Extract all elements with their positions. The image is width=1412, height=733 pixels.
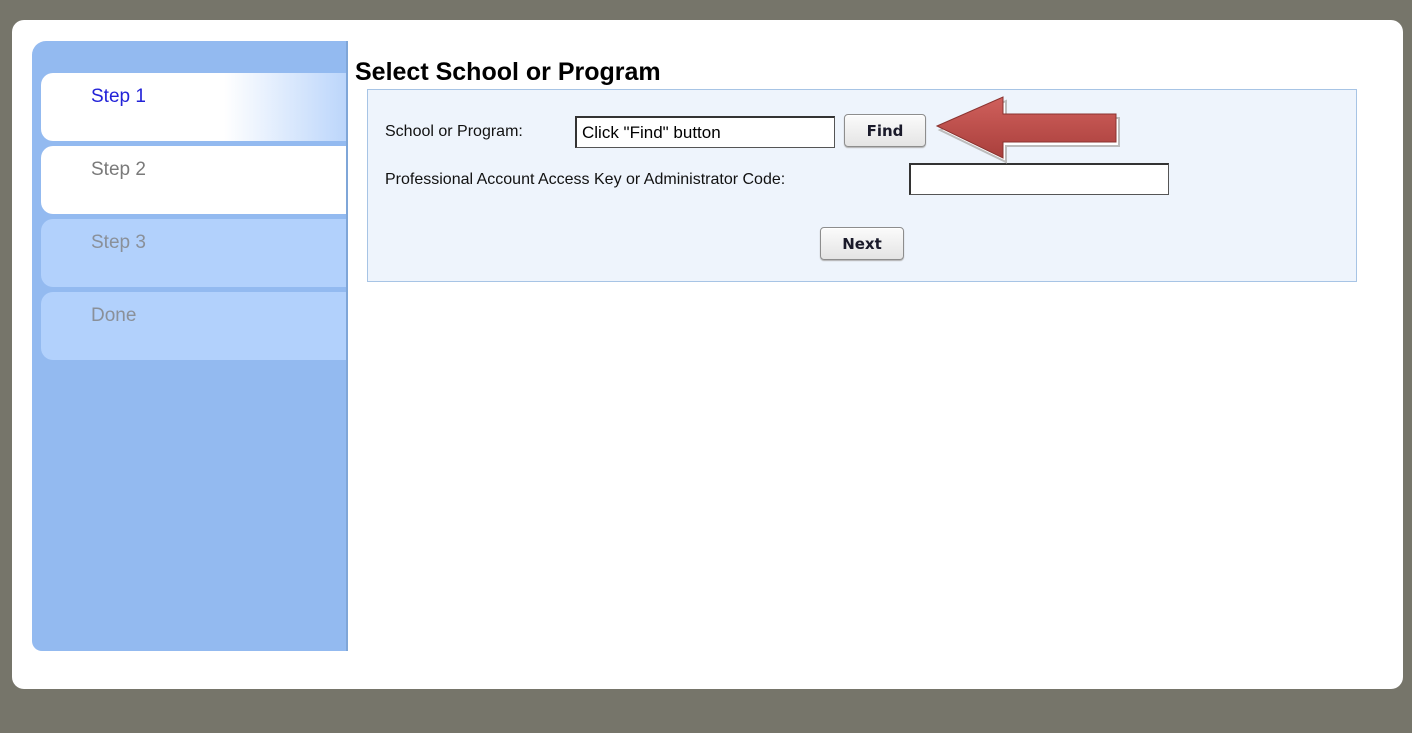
school-form-panel: School or Program: Find Professional Acc… xyxy=(367,89,1357,282)
school-or-program-label: School or Program: xyxy=(385,123,523,140)
sidebar-step-1[interactable]: Step 1 xyxy=(41,73,346,141)
step-done-label: Done xyxy=(91,305,137,326)
find-button[interactable]: Find xyxy=(844,114,926,147)
sidebar-step-3: Step 3 xyxy=(41,219,346,287)
sidebar-step-2[interactable]: Step 2 xyxy=(41,146,346,214)
step-2-label: Step 2 xyxy=(91,159,146,180)
next-button[interactable]: Next xyxy=(820,227,904,260)
page-title: Select School or Program xyxy=(355,58,661,86)
arrow-left-icon xyxy=(935,96,1120,164)
step-3-label: Step 3 xyxy=(91,232,146,253)
step-1-label: Step 1 xyxy=(91,86,146,107)
access-key-label: Professional Account Access Key or Admin… xyxy=(385,171,786,188)
wizard-steps-sidebar: Step 1 Step 2 Step 3 Done xyxy=(32,41,348,651)
sidebar-step-done: Done xyxy=(41,292,346,360)
school-or-program-input[interactable] xyxy=(575,116,835,148)
